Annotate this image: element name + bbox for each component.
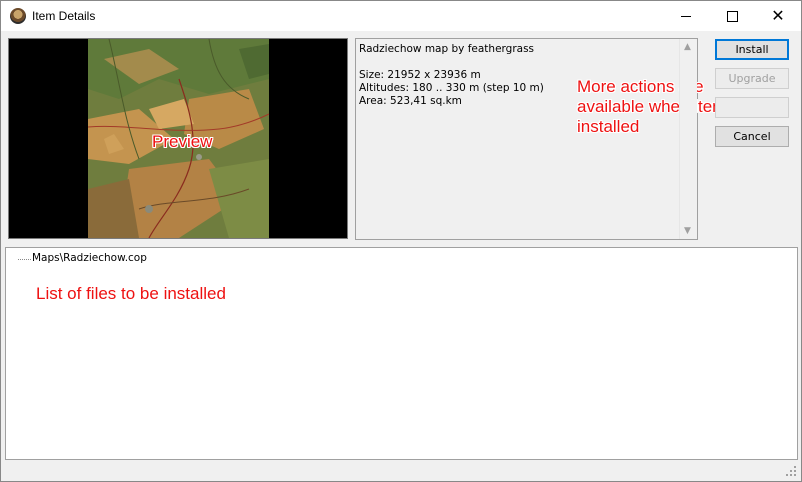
info-title: Radziechow map by feathergrass [359, 43, 535, 55]
info-scrollbar[interactable]: ▲ ▼ [679, 39, 697, 239]
scroll-down-icon[interactable]: ▼ [684, 226, 691, 236]
item-info-panel[interactable]: Radziechow map by feathergrass Size: 219… [355, 38, 743, 240]
upgrade-button[interactable]: Upgrade [715, 68, 789, 89]
resize-grip-icon[interactable] [785, 465, 797, 477]
cancel-button[interactable]: Cancel [715, 126, 789, 147]
scroll-up-icon[interactable]: ▲ [684, 42, 691, 52]
install-button[interactable]: Install [715, 39, 789, 60]
close-button[interactable]: ✕ [755, 1, 801, 31]
info-size: Size: 21952 x 23936 m [359, 69, 481, 81]
title-bar[interactable]: Item Details ✕ [1, 1, 801, 31]
close-icon: ✕ [771, 6, 785, 25]
map-preview: Preview [8, 38, 348, 239]
preview-annotation: Preview [152, 132, 213, 151]
files-annotation: List of files to be installed [36, 284, 226, 303]
disabled-action-button[interactable] [715, 97, 789, 118]
app-icon [10, 8, 26, 24]
info-area: Area: 523,41 sq.km [359, 95, 462, 107]
file-item[interactable]: Maps\Radziechow.cop [32, 252, 147, 264]
tree-connector [18, 259, 31, 260]
files-tree[interactable]: Maps\Radziechow.cop List of files to be … [5, 247, 798, 460]
maximize-icon [726, 10, 738, 22]
item-details-window: Item Details ✕ Preview Radziechow map by… [0, 0, 802, 482]
maximize-button[interactable] [709, 1, 755, 31]
minimize-button[interactable] [663, 1, 709, 31]
info-altitudes: Altitudes: 180 .. 330 m (step 10 m) [359, 82, 544, 94]
window-title: Item Details [32, 9, 96, 23]
minimize-icon [681, 15, 691, 17]
